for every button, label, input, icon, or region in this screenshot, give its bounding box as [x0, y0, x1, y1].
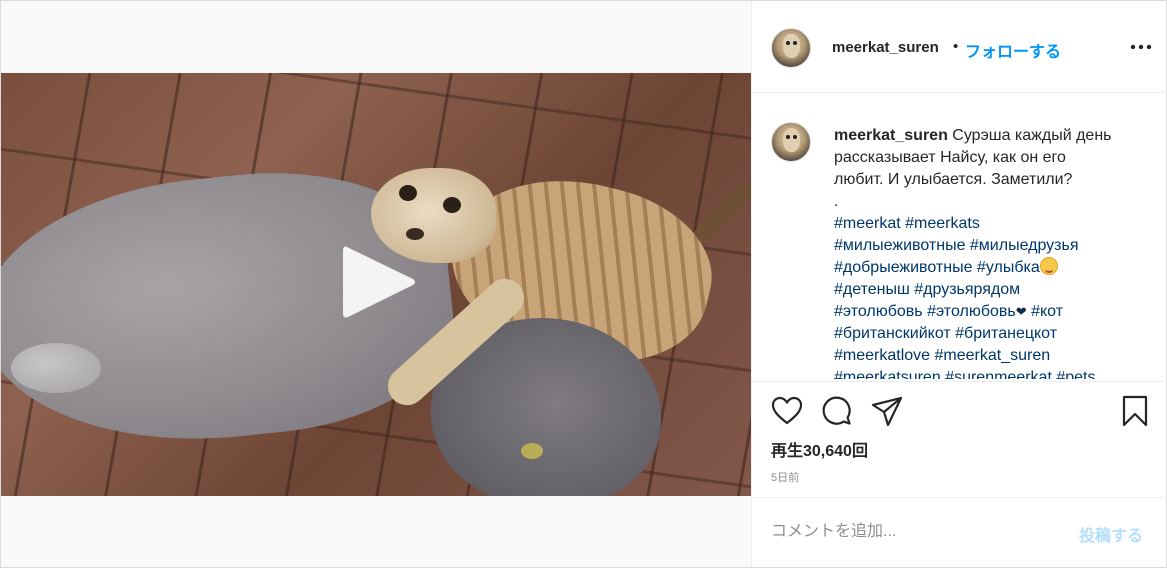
smile-emoji-icon — [1039, 257, 1058, 275]
view-count[interactable]: 再生30,640回 — [771, 437, 868, 461]
bookmark-icon[interactable] — [1118, 394, 1152, 428]
follow-button[interactable]: フォローする — [965, 38, 1061, 62]
meerkat-nose — [406, 228, 424, 240]
hashtag-line[interactable]: #кот — [1031, 303, 1063, 320]
media-panel — [1, 1, 751, 567]
post-sidebar: meerkat_suren • フォローする meerkat_suren Сур… — [751, 1, 1167, 567]
post-header: meerkat_suren • フォローする — [752, 1, 1167, 93]
caption-username[interactable]: meerkat_suren — [834, 127, 948, 144]
hashtag-line[interactable]: #meerkatlove #meerkat_suren — [834, 345, 1144, 367]
heart-emoji-icon: ❤ — [1015, 304, 1027, 319]
avatar[interactable] — [771, 122, 811, 162]
cat-eye — [521, 443, 543, 459]
comment-icon[interactable] — [820, 394, 854, 428]
meerkat-eye — [399, 185, 417, 201]
share-icon[interactable] — [870, 394, 904, 428]
caption-text: рассказывает Найсу, как он его — [834, 149, 1066, 166]
comments-section[interactable]: meerkat_suren Сурэша каждый день рассказ… — [752, 94, 1167, 379]
hashtag-line[interactable]: #meerkatsuren #surenmeerkat #pets — [834, 367, 1144, 379]
meerkat-eye — [443, 197, 461, 213]
post-timestamp[interactable]: 5日前 — [771, 469, 799, 485]
hashtag-line[interactable]: #детеныш #друзьярядом — [834, 279, 1144, 301]
hashtag-line[interactable]: #милыеживотные #милыедрузья — [834, 235, 1144, 257]
caption: meerkat_suren Сурэша каждый день рассказ… — [834, 125, 1144, 379]
caption-text: . — [834, 193, 839, 210]
heart-icon[interactable] — [770, 394, 804, 428]
username-link[interactable]: meerkat_suren — [832, 39, 939, 56]
caption-text: Сурэша каждый день — [952, 127, 1112, 144]
hashtag-line[interactable]: #добрыеживотные #улыбка — [834, 259, 1040, 276]
post-comment-button[interactable]: 投稿する — [1079, 522, 1143, 546]
caption-text: любит. И улыбается. Заметили? — [834, 171, 1073, 188]
add-comment-bar: 投稿する — [752, 497, 1167, 567]
post-container: meerkat_suren • フォローする meerkat_suren Сур… — [0, 0, 1167, 568]
hashtag-line[interactable]: #британскийкот #британецкот — [834, 323, 1144, 345]
play-icon[interactable] — [339, 241, 419, 323]
avatar[interactable] — [771, 28, 811, 68]
hashtag-line[interactable]: #этолюбовь #этолюбовь — [834, 303, 1016, 320]
comment-input[interactable] — [771, 520, 1071, 544]
more-options-icon[interactable] — [1127, 33, 1155, 61]
cat-paw — [11, 343, 101, 393]
action-bar — [752, 381, 1167, 441]
hashtag-line[interactable]: #meerkat #meerkats — [834, 213, 1144, 235]
separator-dot: • — [953, 38, 959, 55]
